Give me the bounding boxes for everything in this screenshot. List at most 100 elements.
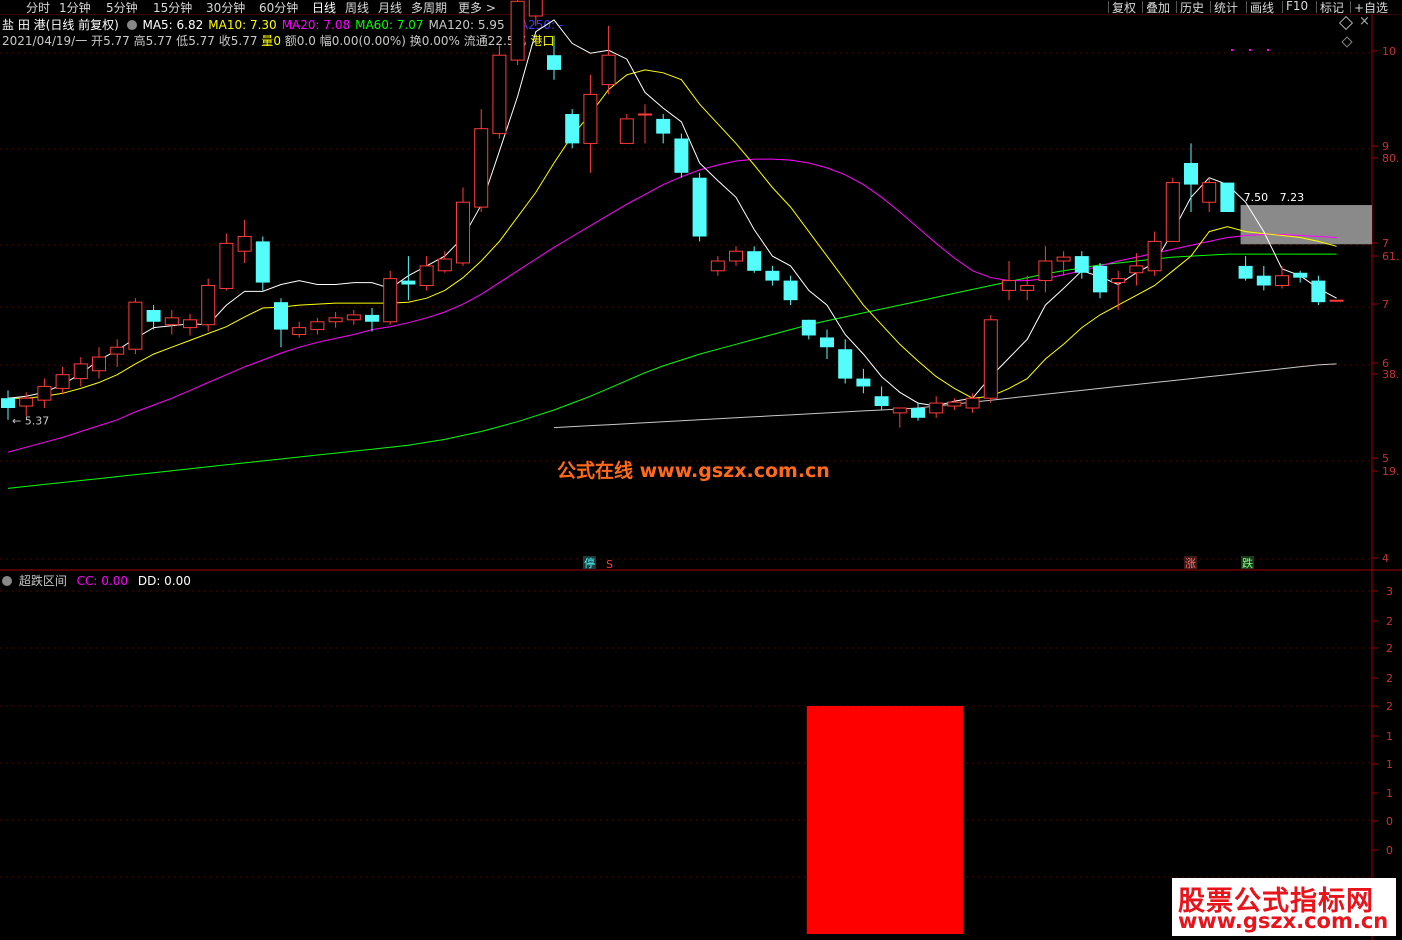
ma5-line (7, 19, 1337, 407)
period-1[interactable]: 1分钟 (59, 0, 91, 16)
candle-body (365, 314, 379, 322)
float-value: 22.5亿 (487, 34, 527, 48)
indicator-header: 超跌区间 CC: 0.00 DD: 0.00 (2, 572, 191, 589)
candle-body (601, 54, 616, 86)
candle-body (947, 401, 962, 407)
close-label: 收 (218, 34, 231, 48)
candle-body (219, 242, 234, 289)
candle-body (474, 128, 489, 208)
candle-body (565, 114, 580, 144)
candle-body (729, 250, 743, 262)
price-axis-label: 19. (1382, 465, 1400, 478)
period-5[interactable]: 60分钟 (259, 0, 298, 16)
toolbar-btn-4[interactable]: 画线 (1250, 0, 1274, 16)
dot-marker (1231, 49, 1233, 51)
candle-body (820, 337, 834, 348)
open-value: 5.77 (103, 34, 130, 48)
turnover-label: 换 (409, 34, 422, 48)
candle-body (547, 55, 561, 70)
candle-body (183, 319, 197, 329)
indicator-axis-label: 1 (1386, 758, 1393, 771)
period-9[interactable]: 多周期 (411, 0, 447, 16)
candle-body (19, 397, 34, 407)
candle-body (1002, 280, 1016, 291)
candle-body (492, 54, 507, 135)
collapse-icon[interactable] (126, 20, 137, 30)
indicator-axis-label: 1 (1386, 787, 1393, 800)
open-label: 开 (91, 34, 104, 48)
period-10[interactable]: 更多 > (458, 0, 496, 16)
candle-body (838, 349, 853, 379)
dot-marker (1267, 49, 1269, 51)
period-2[interactable]: 5分钟 (106, 0, 138, 16)
period-4[interactable]: 30分钟 (206, 0, 245, 16)
close-icon[interactable]: × (1359, 14, 1370, 29)
market-sector[interactable]: 港口 (530, 34, 554, 48)
stock-mode: (日线 前复权) (45, 18, 119, 32)
candle-body (1184, 163, 1198, 185)
indicator-axis-label: 0 (1386, 815, 1393, 828)
price-axis-label: 5 (1382, 452, 1389, 465)
collapse-icon-indicator[interactable] (2, 576, 12, 586)
ma20-line (7, 158, 1337, 453)
period-8[interactable]: 月线 (378, 0, 402, 16)
diamond-icon-small[interactable] (1341, 36, 1353, 48)
high-label: 高 (133, 34, 146, 48)
indicator-axis-label: 2 (1386, 642, 1393, 655)
candle-body (656, 118, 671, 134)
marker-stop-bg (583, 556, 596, 569)
candle-body (383, 278, 398, 323)
dot-marker (1249, 49, 1251, 51)
quote-info-line: 2021/04/19/一 开5.77 高5.77 低5.77 收5.77 量0 … (2, 32, 554, 49)
price-axis-label: 6 (1382, 357, 1389, 370)
indicator-axis-label: 2 (1386, 700, 1393, 713)
period-6[interactable]: 日线 (312, 0, 336, 16)
toolbar-btn-1[interactable]: 叠加 (1146, 0, 1170, 16)
price-axis-label: 61. (1382, 250, 1400, 263)
box-label-right: 7.23 (1280, 191, 1305, 204)
candle-body (747, 251, 762, 271)
indicator-name[interactable]: 超跌区间 (19, 574, 67, 588)
candle-body (1093, 265, 1107, 293)
candle-body (638, 113, 652, 116)
candle-body (346, 314, 361, 321)
period-3[interactable]: 15分钟 (153, 0, 192, 16)
stock-name: 盐 田 港 (2, 18, 46, 32)
toolbar-separator (1350, 1, 1351, 13)
candle-body (110, 346, 125, 355)
candle-body (801, 319, 816, 336)
price-range-box (1240, 205, 1372, 245)
candle-body (37, 385, 52, 401)
diamond-icon[interactable] (1338, 15, 1354, 31)
toolbar-btn-2[interactable]: 历史 (1180, 0, 1204, 16)
candle-body (1256, 275, 1271, 286)
candle-body (929, 402, 944, 414)
candle-body (146, 310, 161, 322)
candle-body (255, 241, 270, 283)
price-axis-label: 4 (1382, 552, 1389, 565)
toolbar-btn-6[interactable]: 标记 (1320, 0, 1344, 16)
candle-body (55, 374, 70, 389)
turnover-value: 0.00% (421, 34, 460, 48)
period-0[interactable]: 分时 (26, 0, 50, 16)
candle-body (1, 398, 15, 408)
low-value: 5.77 (188, 34, 215, 48)
candle-body (983, 319, 998, 399)
indicator-bar (806, 706, 964, 934)
candle-body (783, 280, 798, 301)
toolbar-btn-5[interactable]: F10 (1286, 0, 1308, 13)
candle-body (328, 317, 343, 323)
ma120-line (553, 363, 1337, 429)
period-7[interactable]: 周线 (345, 0, 369, 16)
low-label: ← 5.37 (12, 415, 49, 428)
toolbar-separator (1176, 1, 1177, 13)
toolbar-btn-0[interactable]: 复权 (1112, 0, 1136, 16)
amount-value: 0.0 (296, 34, 316, 48)
site-logo: 股票公式指标网 www.gszx.com.cn (1172, 878, 1396, 936)
indicator-axis-label: 1 (1386, 730, 1393, 743)
candle-body (1056, 256, 1071, 262)
indicator-axis-label: 3 (1386, 585, 1393, 598)
candle-body (310, 321, 325, 331)
price-axis-label: 80. (1382, 152, 1400, 165)
toolbar-btn-3[interactable]: 统计 (1214, 0, 1238, 16)
